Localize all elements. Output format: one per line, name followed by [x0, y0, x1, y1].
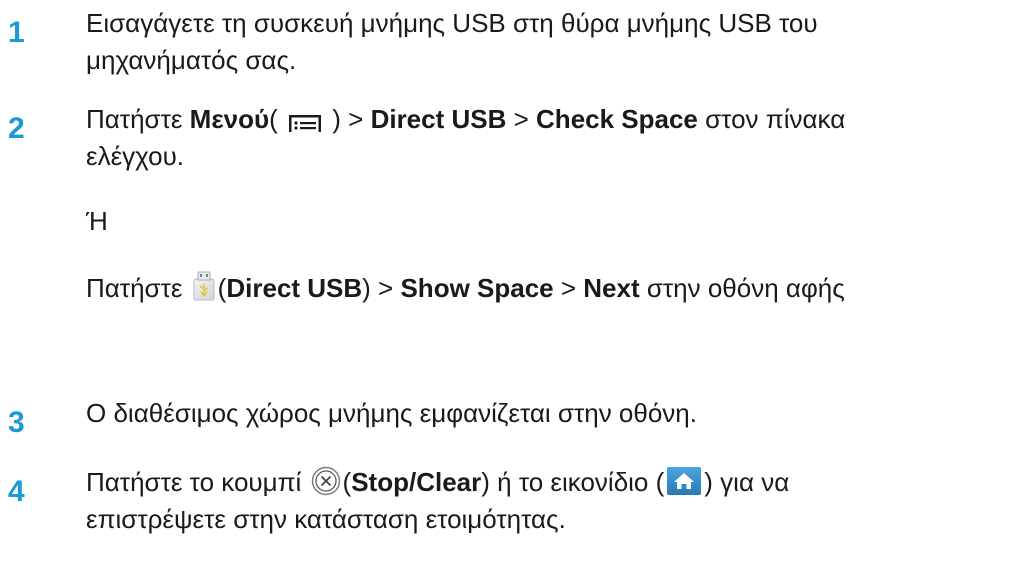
- step-4-stop-clear: Stop/Clear: [351, 467, 482, 497]
- step-number-3: 3: [8, 406, 25, 439]
- step-2-post: στον πίνακα: [697, 104, 846, 134]
- step-1-line-2: μηχανήματός σας.: [86, 45, 297, 75]
- step-2-alt-close-sep: ) >: [362, 273, 401, 303]
- step-2-alt-line: Πατήστε (Direct USB) > Show Space > Next…: [86, 270, 845, 307]
- step-2-alt-show-space: Show Space: [400, 273, 554, 303]
- step-2-sep: >: [506, 104, 537, 134]
- step-2-open-paren: (: [269, 104, 286, 134]
- step-2-alt-post: στην οθόνη αφής: [639, 273, 845, 303]
- step-3-line-1: Ο διαθέσιμος χώρος μνήμης εμφανίζεται στ…: [86, 398, 697, 428]
- step-2-line-2: ελέγχου.: [86, 141, 185, 171]
- step-2-alt-pre: Πατήστε: [86, 273, 190, 303]
- step-4-post: ) για να: [704, 467, 790, 497]
- step-number-2: 2: [8, 112, 25, 145]
- step-1-line-1: Εισαγάγετε τη συσκευή μνήμης USB στη θύρ…: [86, 8, 818, 38]
- step-2-pre: Πατήστε: [86, 104, 190, 134]
- step-2-close-paren: ) >: [325, 104, 371, 134]
- step-2-line-1: Πατήστε Μενού( ) > Direct USB > Check Sp…: [86, 101, 845, 138]
- menu-icon: [287, 107, 323, 133]
- home-icon: [666, 466, 702, 496]
- step-2-menu-label: Μενού: [189, 104, 270, 134]
- step-2-check-space: Check Space: [536, 104, 698, 134]
- step-2-alt-direct-usb: Direct USB: [226, 273, 363, 303]
- step-4-mid: ) ή το εικονίδιο (: [481, 467, 665, 497]
- step-2-alt-sep: >: [553, 273, 584, 303]
- step-2-alt-next: Next: [583, 273, 640, 303]
- step-number-4: 4: [8, 475, 25, 508]
- step-number-1: 1: [8, 16, 25, 49]
- step-4-pre: Πατήστε το κουμπί: [86, 467, 309, 497]
- step-4-line-2: επιστρέψετε στην κατάσταση ετοιμότητας.: [86, 504, 566, 534]
- step-4-open-paren: (: [342, 467, 352, 497]
- stop-clear-icon: [311, 466, 341, 496]
- step-2-or: Ή: [86, 206, 108, 236]
- usb-icon: [192, 271, 216, 301]
- step-2-direct-usb: Direct USB: [370, 104, 507, 134]
- step-4-line-1: Πατήστε το κουμπί (Stop/Clear) ή το εικο…: [86, 464, 789, 501]
